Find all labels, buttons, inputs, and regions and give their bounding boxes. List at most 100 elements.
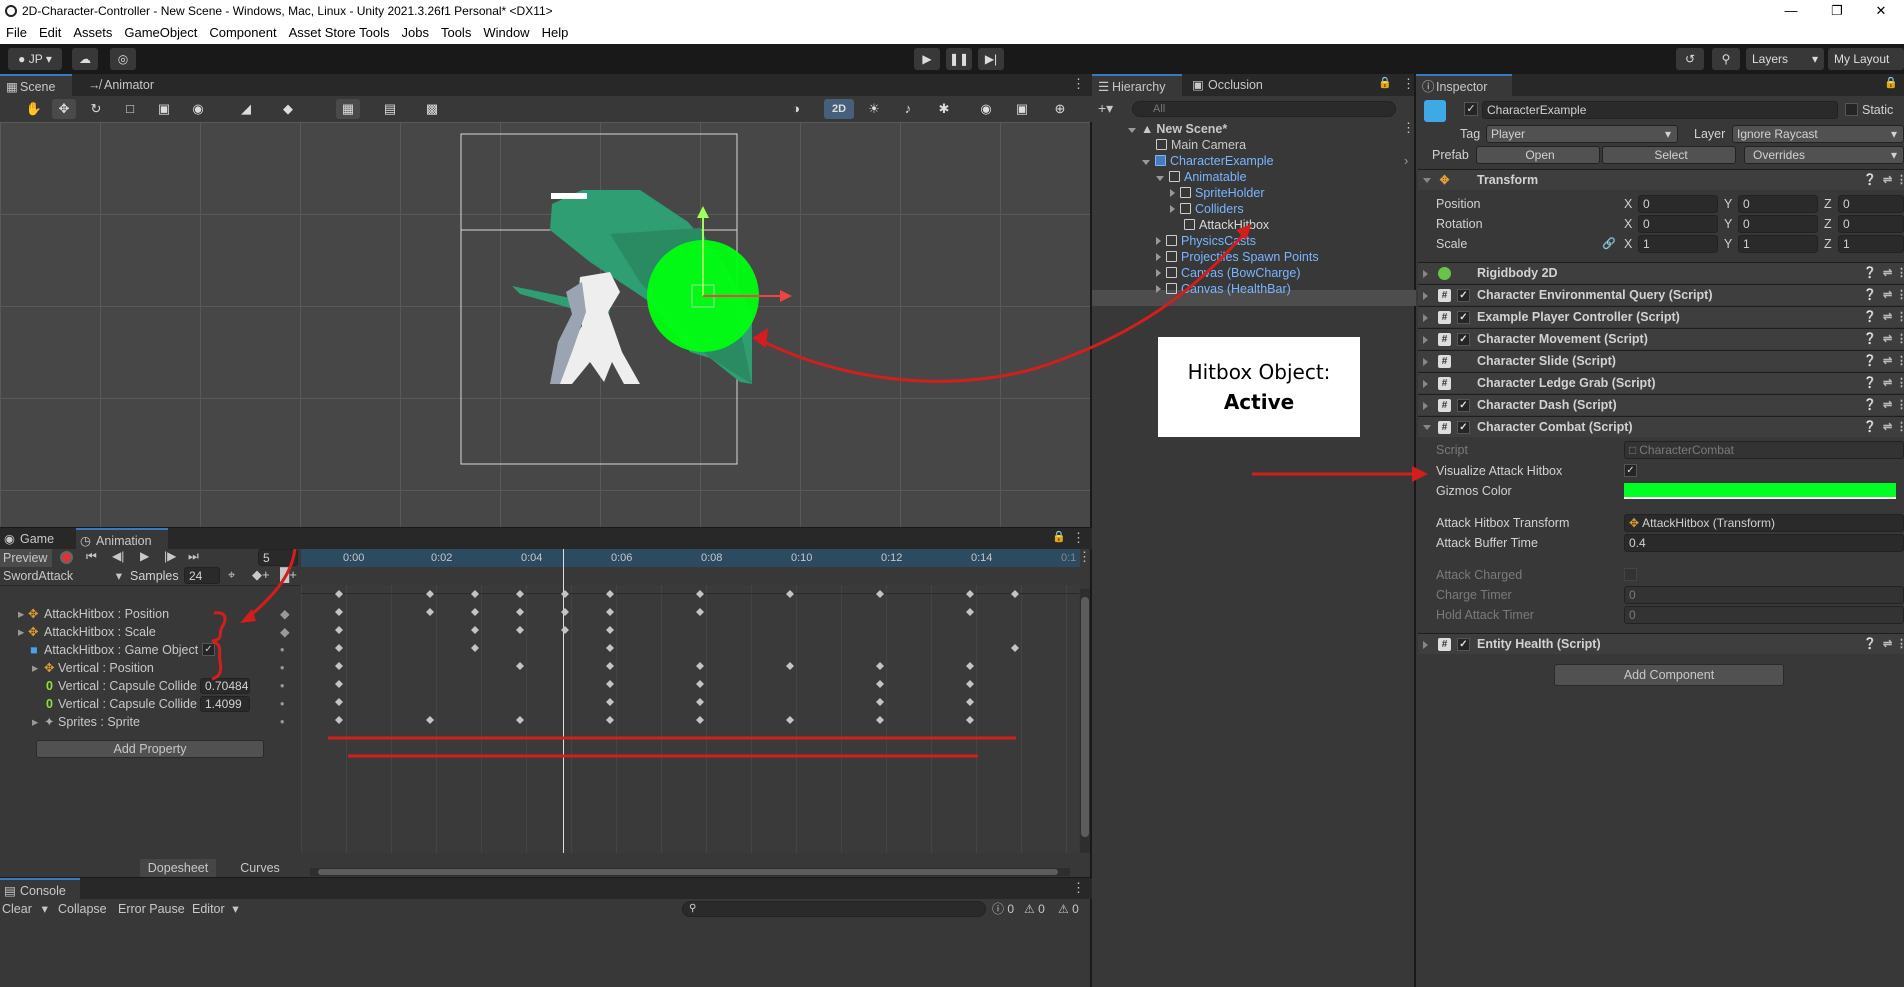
help-icon[interactable]: ❔ (1863, 351, 1877, 372)
hierarchy-item-characterexample[interactable]: CharacterExample (1142, 153, 1274, 169)
tag-dropdown[interactable]: Player ▾ (1486, 125, 1678, 143)
component-environmental-query[interactable]: # ✓ Character Environmental Query (Script)… (1418, 284, 1904, 305)
hand-tool-icon[interactable]: ✋ (22, 99, 46, 119)
grid-visibility-icon[interactable]: ▤ (378, 99, 402, 119)
gizmos-icon[interactable]: ⊕ (1048, 99, 1072, 119)
menu-jobs[interactable]: Jobs (396, 22, 435, 44)
scale-tool-icon[interactable]: □ (118, 99, 142, 119)
more-options-icon[interactable]: ⋮ (1896, 395, 1904, 416)
info-count[interactable]: ⓘ 0 (992, 900, 1014, 918)
settings-icon[interactable]: ⇌ (1883, 307, 1892, 328)
settings-icon[interactable]: ⇌ (1883, 263, 1892, 284)
menu-assets[interactable]: Assets (67, 22, 118, 44)
more-options-icon[interactable]: ⋮ (1896, 329, 1904, 350)
editor-dropdown[interactable]: Editor ▾ (192, 900, 239, 918)
settings-icon[interactable]: ⇌ (1883, 329, 1892, 350)
play-button[interactable]: ▶ (914, 48, 940, 70)
help-icon[interactable]: ❔ (1863, 263, 1877, 284)
hierarchy-item-colliders[interactable]: Colliders (1170, 201, 1244, 217)
lock-icon[interactable]: 🔒 (1378, 76, 1392, 89)
more-options-icon[interactable]: ⋮ (1896, 307, 1904, 328)
history-icon[interactable]: ↺ (1676, 48, 1704, 70)
settings-icon[interactable]: ⇌ (1883, 351, 1892, 372)
visibility-icon[interactable]: ◉ (974, 99, 998, 119)
hierarchy-item-physicscasts[interactable]: PhysicsCasts (1156, 233, 1256, 249)
menu-help[interactable]: Help (536, 22, 575, 44)
tab-occlusion[interactable]: ▣ Occlusion (1188, 74, 1288, 96)
help-icon[interactable]: ❔ (1863, 417, 1877, 438)
settings-icon[interactable]: ⇌ (1883, 395, 1892, 416)
audio-icon[interactable]: ♪ (896, 99, 920, 119)
visualize-hitbox-checkbox[interactable]: ✓ (1624, 464, 1637, 477)
help-icon[interactable]: ❔ (1863, 634, 1877, 655)
position-y-field[interactable]: 0 (1738, 195, 1818, 213)
component-entity-health[interactable]: # ✓ Entity Health (Script) ❔ ⇌ ⋮ (1418, 633, 1904, 654)
more-options-icon[interactable]: ⋮ (1072, 76, 1085, 92)
hierarchy-search-input[interactable]: All (1132, 101, 1396, 117)
more-options-icon[interactable]: ⋮ (1072, 880, 1085, 896)
layout-dropdown[interactable]: My Layout (1828, 48, 1904, 70)
scale-z-field[interactable]: 1 (1838, 235, 1904, 253)
tab-scene[interactable]: ▦ Scene (0, 74, 72, 96)
hierarchy-item-main-camera[interactable]: Main Camera (1156, 137, 1246, 153)
hierarchy-item-spriteholder[interactable]: SpriteHolder (1170, 185, 1264, 201)
grid-snap-icon[interactable]: ▦ (336, 99, 360, 119)
object-name-field[interactable]: CharacterExample (1482, 101, 1838, 119)
more-options-icon[interactable]: ⋮ (1896, 373, 1904, 394)
component-rigidbody2d[interactable]: Rigidbody 2D ❔ ⇌ ⋮ (1418, 262, 1904, 283)
move-handle-x-icon[interactable] (780, 290, 792, 302)
close-button[interactable]: ✕ (1858, 0, 1904, 22)
help-icon[interactable]: ❔ (1863, 373, 1877, 394)
services-icon[interactable]: ◎ (110, 48, 136, 70)
more-options-icon[interactable]: ⋮ (1896, 263, 1904, 284)
component-character-movement[interactable]: # ✓ Character Movement (Script) ❔ ⇌ ⋮ (1418, 328, 1904, 349)
step-button[interactable]: ▶| (978, 48, 1004, 70)
help-icon[interactable]: ❔ (1863, 307, 1877, 328)
more-options-icon[interactable]: ⋮ (1896, 417, 1904, 438)
more-options-icon[interactable]: ⋮ (1896, 170, 1904, 191)
transform-tool-icon[interactable]: ◉ (186, 99, 210, 119)
more-options-icon[interactable]: ⋮ (1896, 351, 1904, 372)
chevron-right-icon[interactable]: › (1404, 153, 1408, 168)
pivot-icon[interactable]: ◢ (234, 99, 258, 119)
more-options-icon[interactable]: ⋮ (1896, 285, 1904, 306)
menu-component[interactable]: Component (203, 22, 282, 44)
prefab-overrides-dropdown[interactable]: Overrides ▾ (1744, 146, 1904, 164)
hierarchy-item-canvas-healthbar[interactable]: Canvas (HealthBar) (1156, 281, 1291, 297)
prefab-open-button[interactable]: Open (1476, 146, 1600, 164)
hierarchy-item-new-scene[interactable]: ▲ New Scene* (1128, 121, 1227, 137)
camera-icon[interactable]: ▣ (1010, 99, 1034, 119)
collapse-button[interactable]: Collapse (58, 900, 107, 918)
tab-animation[interactable]: ◷ Animation (76, 528, 168, 550)
rotation-x-field[interactable]: 0 (1638, 215, 1718, 233)
error-count[interactable]: ⚠ 0 (1058, 900, 1079, 918)
warning-count[interactable]: ⚠ 0 (1024, 900, 1045, 918)
move-tool-icon[interactable]: ✥ (52, 99, 76, 119)
tab-animator[interactable]: ↛ Animator (84, 74, 174, 96)
effects-icon[interactable]: ✱ (932, 99, 956, 119)
scene-view[interactable] (0, 122, 1092, 527)
add-component-button[interactable]: Add Component (1554, 664, 1784, 686)
rotation-z-field[interactable]: 0 (1838, 215, 1904, 233)
search-icon[interactable]: ⚲ (1712, 48, 1740, 70)
settings-icon[interactable]: ⇌ (1883, 417, 1892, 438)
help-icon[interactable]: ❔ (1863, 329, 1877, 350)
add-icon[interactable]: +▾ (1098, 100, 1113, 117)
component-character-dash[interactable]: # ✓ Character Dash (Script) ❔ ⇌ ⋮ (1418, 394, 1904, 415)
rotate-tool-icon[interactable]: ↻ (84, 99, 108, 119)
global-icon[interactable]: ◆ (276, 99, 300, 119)
maximize-button[interactable]: ❐ (1814, 0, 1860, 22)
draw-mode-icon[interactable]: ◑ (784, 99, 808, 119)
rect-tool-icon[interactable]: ▣ (152, 99, 176, 119)
lock-icon[interactable]: 🔒 (1884, 76, 1898, 89)
component-character-ledge-grab[interactable]: # Character Ledge Grab (Script) ❔ ⇌ ⋮ (1418, 372, 1904, 393)
enabled-checkbox[interactable]: ✓ (1457, 311, 1470, 324)
component-example-player-controller[interactable]: # ✓ Example Player Controller (Script) ❔ ⇌ ⋮ (1418, 306, 1904, 327)
menu-window[interactable]: Window (477, 22, 535, 44)
layer-dropdown[interactable]: Ignore Raycast ▾ (1732, 125, 1904, 143)
help-icon[interactable]: ❔ (1863, 170, 1877, 191)
2d-toggle[interactable]: 2D (824, 99, 854, 119)
settings-icon[interactable]: ⇌ (1883, 634, 1892, 655)
tab-hierarchy[interactable]: ☰ Hierarchy (1092, 74, 1182, 96)
help-icon[interactable]: ❔ (1863, 285, 1877, 306)
